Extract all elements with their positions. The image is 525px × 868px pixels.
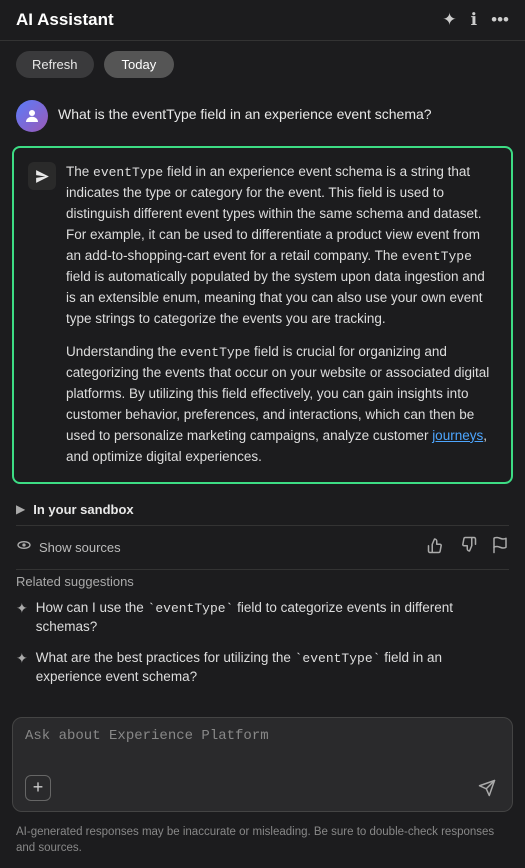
journeys-link[interactable]: journeys <box>432 428 483 443</box>
suggestion-item-1[interactable]: ✦ How can I use the `eventType` field to… <box>16 599 509 637</box>
eye-icon <box>16 537 32 557</box>
sources-row: Show sources <box>0 526 525 569</box>
star-icon-2: ✦ <box>16 650 28 667</box>
send-button[interactable] <box>474 775 500 801</box>
toolbar: Refresh Today <box>0 41 525 88</box>
response-header: The eventType field in an experience eve… <box>28 162 497 468</box>
related-title: Related suggestions <box>16 574 509 589</box>
sandbox-label: In your sandbox <box>33 502 133 517</box>
feedback-icons <box>427 536 509 559</box>
more-icon[interactable]: ••• <box>491 10 509 30</box>
eventtype-code-3: eventType <box>180 345 250 360</box>
page-title: AI Assistant <box>16 10 114 30</box>
thumbs-down-icon[interactable] <box>459 536 477 559</box>
show-sources-button[interactable]: Show sources <box>16 537 121 557</box>
suggestion-item-2[interactable]: ✦ What are the best practices for utiliz… <box>16 649 509 687</box>
suggestion-text-1: How can I use the `eventType` field to c… <box>36 599 509 637</box>
eventtype-code-2: eventType <box>402 249 472 264</box>
refresh-button[interactable]: Refresh <box>16 51 94 78</box>
question-row: What is the eventType field in an experi… <box>0 88 525 140</box>
ai-assistant-icon <box>28 162 56 190</box>
input-container: + <box>12 717 513 812</box>
footer-disclaimer: AI-generated responses may be inaccurate… <box>0 818 525 868</box>
avatar <box>16 100 48 132</box>
chat-input[interactable] <box>25 728 500 764</box>
response-box: The eventType field in an experience eve… <box>12 146 513 484</box>
flag-icon[interactable] <box>491 536 509 559</box>
eventtype-code-1: eventType <box>93 165 163 180</box>
suggestion-text-2: What are the best practices for utilizin… <box>36 649 509 687</box>
response-text: The eventType field in an experience eve… <box>66 162 497 468</box>
chevron-right-icon: ▶ <box>16 502 25 516</box>
related-suggestions: Related suggestions ✦ How can I use the … <box>0 570 525 707</box>
header: AI Assistant ✦ ℹ ••• <box>0 0 525 41</box>
header-icon-group: ✦ ℹ ••• <box>442 10 509 30</box>
thumbs-up-icon[interactable] <box>427 536 445 559</box>
today-button[interactable]: Today <box>104 51 175 78</box>
question-text: What is the eventType field in an experi… <box>58 100 432 125</box>
star-icon-1: ✦ <box>16 600 28 617</box>
sandbox-row[interactable]: ▶ In your sandbox <box>0 494 525 525</box>
show-sources-label: Show sources <box>39 540 121 555</box>
input-bottom-row: + <box>25 775 500 801</box>
add-attachment-button[interactable]: + <box>25 775 51 801</box>
info-icon[interactable]: ℹ <box>471 10 477 30</box>
sun-icon[interactable]: ✦ <box>442 10 456 30</box>
